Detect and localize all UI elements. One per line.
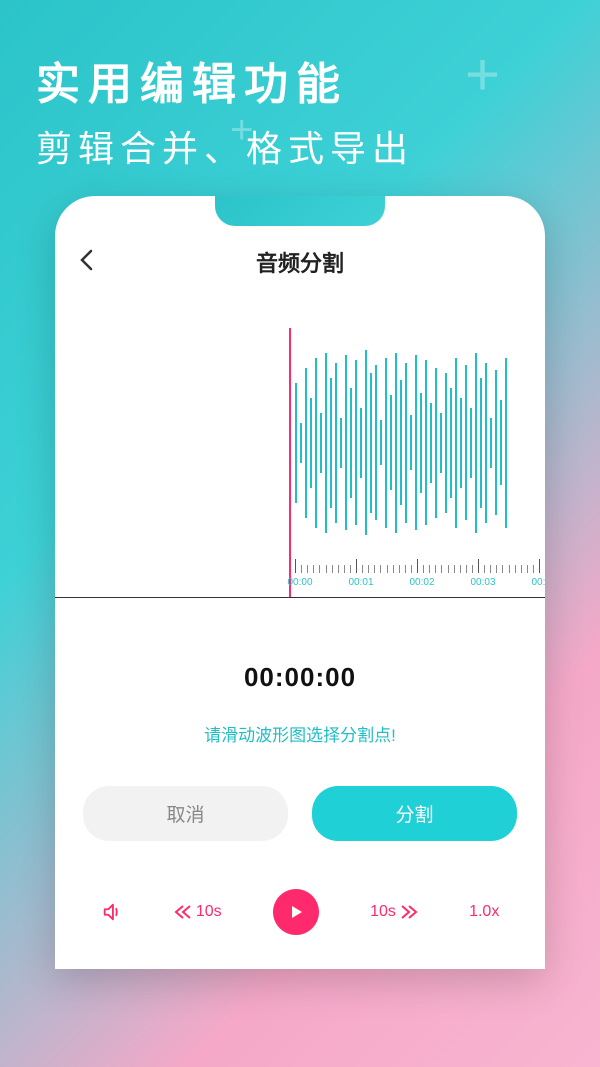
page-title: 音频分割: [256, 246, 344, 278]
time-label: 00:01: [348, 577, 373, 588]
time-labels: 00:0000:0100:0200:0300:04: [295, 577, 539, 593]
rewind-label: 10s: [196, 903, 222, 921]
decoration-plus: +: [230, 108, 253, 153]
hint-text: 请滑动波形图选择分割点!: [55, 721, 545, 746]
time-label: 00:03: [470, 577, 495, 588]
promo-subtitle: 剪辑合并、格式导出: [0, 120, 600, 196]
time-label: 00:04: [531, 577, 545, 588]
play-button[interactable]: [273, 889, 319, 935]
back-button[interactable]: [79, 246, 93, 278]
split-button[interactable]: 分割: [312, 786, 517, 841]
playback-controls: 10s 10s 1.0x: [55, 841, 545, 969]
playhead[interactable]: [289, 328, 291, 597]
waveform: [295, 328, 539, 557]
time-label: 00:00: [287, 577, 312, 588]
waveform-area[interactable]: 00:00 00:01 00:02 00:03 00:04: [55, 298, 545, 598]
cancel-button[interactable]: 取消: [83, 786, 288, 841]
phone-mockup: 音频分割 00:0000:0100:0200:0300:04 00:00:00 …: [55, 196, 545, 969]
time-display: 00:00:00: [55, 662, 545, 693]
forward-label: 10s: [370, 903, 396, 921]
action-buttons: 取消 分割: [55, 746, 545, 841]
volume-button[interactable]: [101, 901, 123, 923]
rewind-button[interactable]: 10s: [174, 903, 222, 921]
decoration-plus: +: [465, 40, 500, 109]
time-label: 00:02: [409, 577, 434, 588]
promo-title: 实用编辑功能: [0, 0, 600, 120]
time-ruler: [295, 559, 539, 573]
speed-label: 1.0x: [469, 903, 499, 921]
speed-button[interactable]: 1.0x: [469, 903, 499, 921]
forward-button[interactable]: 10s: [370, 903, 418, 921]
phone-notch: [215, 196, 385, 226]
nav-bar: 音频分割: [55, 238, 545, 298]
